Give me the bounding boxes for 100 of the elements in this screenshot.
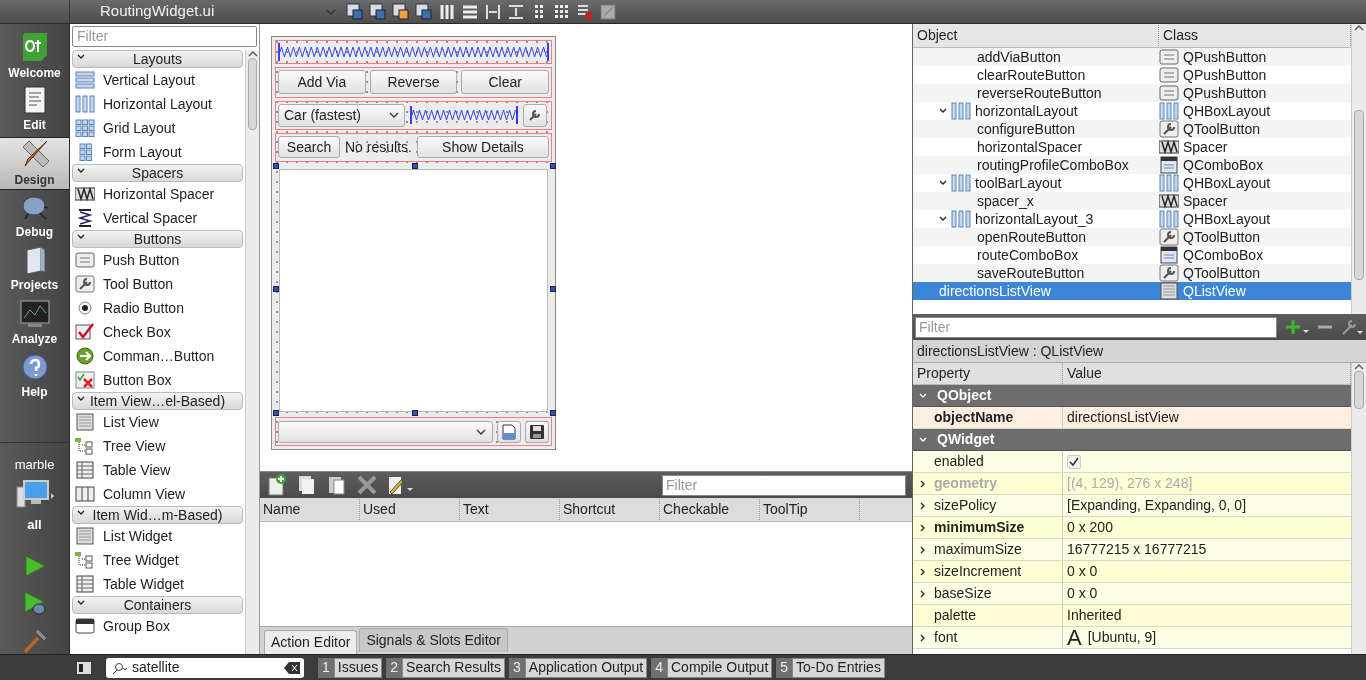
combo-box[interactable]: Car (fastest): [278, 103, 405, 127]
tree-row[interactable]: spacer_x Spacer: [913, 192, 1351, 210]
mode-button[interactable]: Edit: [0, 83, 69, 137]
push-button[interactable]: Show Details: [416, 136, 549, 159]
edit-pencil-icon[interactable]: [386, 474, 414, 496]
resize-handle[interactable]: [273, 286, 279, 292]
column-header[interactable]: ToolTip: [760, 499, 860, 520]
plus-icon[interactable]: [1285, 319, 1309, 335]
property-value[interactable]: [Expanding, Expanding, 0, 0]: [1067, 495, 1247, 516]
scrollbar[interactable]: [245, 50, 259, 654]
break-layout-icon[interactable]: [576, 2, 594, 21]
widget-item[interactable]: List View: [70, 410, 245, 434]
filter-field[interactable]: Filter: [72, 26, 257, 47]
tree-row[interactable]: configureButton QToolButton: [913, 120, 1351, 138]
tree-row[interactable]: routingProfileComboBox QComboBox: [913, 156, 1351, 174]
property-value[interactable]: 0 x 0: [1067, 561, 1098, 582]
property-group-header[interactable]: QObject: [913, 385, 1351, 407]
scrollbar[interactable]: [1351, 363, 1366, 654]
tool-button[interactable]: [525, 420, 549, 443]
category-header[interactable]: Spacers: [72, 164, 243, 182]
widget-item[interactable]: Tool Button: [70, 272, 245, 296]
widget-item[interactable]: Vertical Layout: [70, 68, 245, 92]
scrollbar-thumb[interactable]: [248, 58, 257, 130]
new-action-icon[interactable]: [266, 474, 288, 496]
resize-handle[interactable]: [550, 410, 556, 416]
property-value[interactable]: directionsListView: [1067, 407, 1179, 428]
category-header[interactable]: Layouts: [72, 50, 243, 68]
column-header[interactable]: Object: [913, 25, 1159, 46]
column-header[interactable]: Text: [460, 499, 560, 520]
tree-row[interactable]: addViaButton QPushButton: [913, 48, 1351, 66]
tree-row[interactable]: openRouteButton QToolButton: [913, 228, 1351, 246]
widget-item[interactable]: Group Box: [70, 614, 245, 638]
hammer-icon[interactable]: [21, 628, 48, 654]
column-header[interactable]: Checkable: [660, 499, 760, 520]
category-header[interactable]: Item View…el-Based): [72, 392, 243, 410]
grid-dots-icon[interactable]: [553, 2, 571, 21]
mode-button[interactable]: Projects: [0, 243, 69, 298]
scrollbar-thumb[interactable]: [1354, 110, 1364, 280]
widget-item[interactable]: Button Box: [70, 368, 245, 392]
mode-button[interactable]: Design: [0, 136, 69, 191]
filter-field[interactable]: Filter: [662, 474, 906, 496]
mode-button[interactable]: Debug: [0, 190, 69, 244]
widget-item[interactable]: List Widget: [70, 524, 245, 548]
push-button[interactable]: Reverse: [369, 70, 458, 95]
locator-field[interactable]: satellite: [106, 657, 304, 678]
category-header[interactable]: Buttons: [72, 230, 243, 248]
signal-slot-icon[interactable]: [369, 2, 387, 21]
mode-button[interactable]: Welcome: [0, 30, 69, 84]
scrollbar-thumb[interactable]: [1354, 371, 1364, 409]
tag-icon[interactable]: [392, 2, 410, 21]
run-icon[interactable]: [22, 554, 47, 578]
property-value[interactable]: [Ubuntu, 9]: [1087, 627, 1157, 648]
tree-row[interactable]: directionsListView QListView: [913, 282, 1351, 300]
debug-run-icon[interactable]: [21, 590, 48, 616]
vertical-splitter-icon[interactable]: [507, 2, 525, 21]
resize-handle[interactable]: [412, 163, 418, 169]
widget-item[interactable]: Form Layout: [70, 140, 245, 164]
resize-handle[interactable]: [273, 410, 279, 416]
widget-item[interactable]: Grid Layout: [70, 116, 245, 140]
resize-handle[interactable]: [412, 410, 418, 416]
widget-edit-icon[interactable]: [346, 2, 364, 21]
filter-field[interactable]: Filter: [915, 316, 1277, 338]
widget-item[interactable]: Horizontal Spacer: [70, 182, 245, 206]
widget-item[interactable]: Column View: [70, 482, 245, 506]
column-header[interactable]: Used: [360, 499, 460, 520]
widget-item[interactable]: Tree Widget: [70, 548, 245, 572]
property-value[interactable]: 0 x 0: [1067, 583, 1098, 604]
resize-handle[interactable]: [550, 163, 556, 169]
widget-item[interactable]: Check Box: [70, 320, 245, 344]
widget-item[interactable]: Push Button: [70, 248, 245, 272]
paste-icon[interactable]: [326, 474, 348, 496]
delete-icon[interactable]: [356, 474, 378, 496]
horizontal-splitter-icon[interactable]: [484, 2, 502, 21]
mode-button[interactable]: Analyze: [0, 297, 69, 351]
push-button[interactable]: Clear: [461, 70, 549, 95]
widget-item[interactable]: Comman…Button: [70, 344, 245, 368]
widget-item[interactable]: Radio Button: [70, 296, 245, 320]
widget-item[interactable]: Table Widget: [70, 572, 245, 596]
tree-row[interactable]: saveRouteButton QToolButton: [913, 264, 1351, 282]
columns-icon[interactable]: [438, 2, 456, 21]
editor-tab[interactable]: Signals & Slots Editor: [359, 628, 508, 652]
editor-tab[interactable]: Action Editor: [264, 630, 358, 654]
clear-icon[interactable]: [284, 661, 300, 674]
category-header[interactable]: Containers: [72, 596, 243, 614]
adjust-size-icon[interactable]: [599, 2, 617, 21]
column-header[interactable]: Name: [260, 499, 360, 520]
category-header[interactable]: Item Wid…m-Based): [72, 506, 243, 524]
widget-item[interactable]: Tree View: [70, 434, 245, 458]
resize-handle[interactable]: [273, 163, 279, 169]
checkbox[interactable]: [1067, 454, 1081, 469]
mode-button[interactable]: Help: [0, 350, 69, 404]
property-group-header[interactable]: QWidget: [913, 429, 1351, 451]
push-button[interactable]: Add Via: [278, 70, 366, 95]
tool-button[interactable]: [523, 103, 547, 127]
property-value[interactable]: Inherited: [1067, 605, 1122, 626]
file-name[interactable]: RoutingWidget.ui: [100, 0, 326, 23]
widget-item[interactable]: Table View: [70, 458, 245, 482]
tab-order-icon[interactable]: [415, 2, 433, 21]
computer-icon[interactable]: [14, 478, 55, 511]
tree-row[interactable]: reverseRouteButton QPushButton: [913, 84, 1351, 102]
